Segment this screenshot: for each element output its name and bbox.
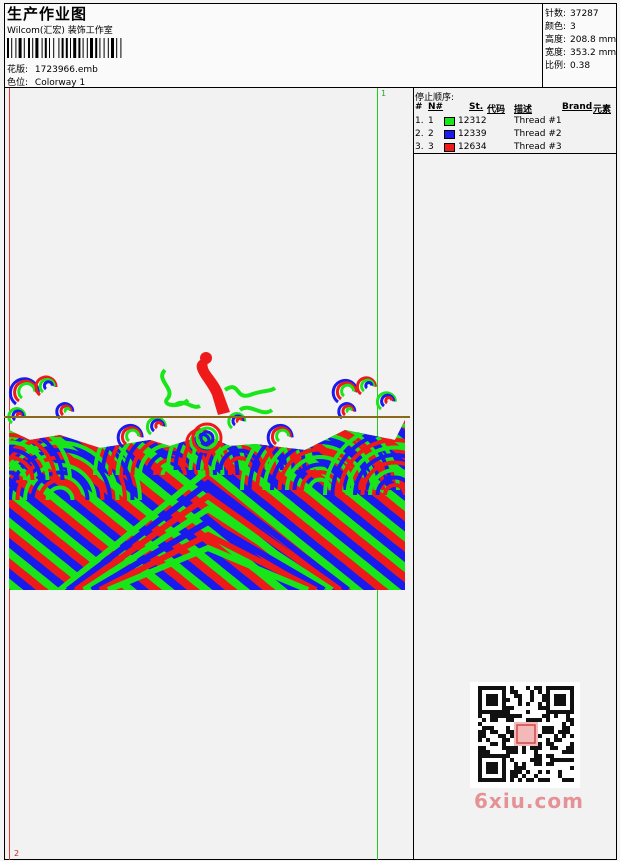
watermark-text: 6xiu.com bbox=[474, 789, 584, 813]
stat-scale: 比例: 0.38 bbox=[545, 61, 591, 71]
qr-code bbox=[478, 686, 574, 782]
design-label: 花版: bbox=[7, 65, 29, 75]
thread-swatch bbox=[444, 117, 455, 126]
page-title: 生产作业图 bbox=[7, 5, 88, 23]
barcode-bars bbox=[7, 38, 122, 58]
table-row: 3. 3 12634 Thread #3 bbox=[415, 142, 562, 152]
thread-swatch bbox=[444, 143, 455, 152]
table-row: 2. 2 12339 Thread #2 bbox=[415, 129, 562, 139]
guide-marker-top: 1 bbox=[381, 89, 387, 98]
design-file: 花版: 1723966.emb bbox=[7, 62, 98, 75]
col-brand: Brand bbox=[562, 102, 593, 112]
col-index: # bbox=[415, 102, 423, 112]
design-value: 1723966.emb bbox=[34, 65, 98, 75]
stat-height: 高度: 208.8 mm bbox=[545, 35, 617, 45]
embroidery-design bbox=[4, 352, 410, 590]
col-code: 代码 bbox=[487, 105, 506, 115]
stat-width: 宽度: 353.2 mm bbox=[545, 48, 617, 58]
stat-stitches: 针数: 37287 bbox=[545, 9, 599, 19]
stat-colors: 颜色: 3 bbox=[545, 22, 576, 32]
table-row: 1. 1 12312 Thread #1 bbox=[415, 116, 562, 126]
col-desc: 描述 bbox=[514, 105, 533, 115]
guide-marker-bottom: 2 bbox=[14, 849, 20, 858]
thread-swatch bbox=[444, 130, 455, 139]
company-name: Wilcom(汇宏) 装饰工作室 bbox=[7, 26, 113, 36]
col-n: N# bbox=[428, 102, 444, 112]
barcode bbox=[7, 38, 122, 58]
col-st: St. bbox=[469, 102, 484, 112]
col-element: 元素 bbox=[593, 105, 612, 115]
